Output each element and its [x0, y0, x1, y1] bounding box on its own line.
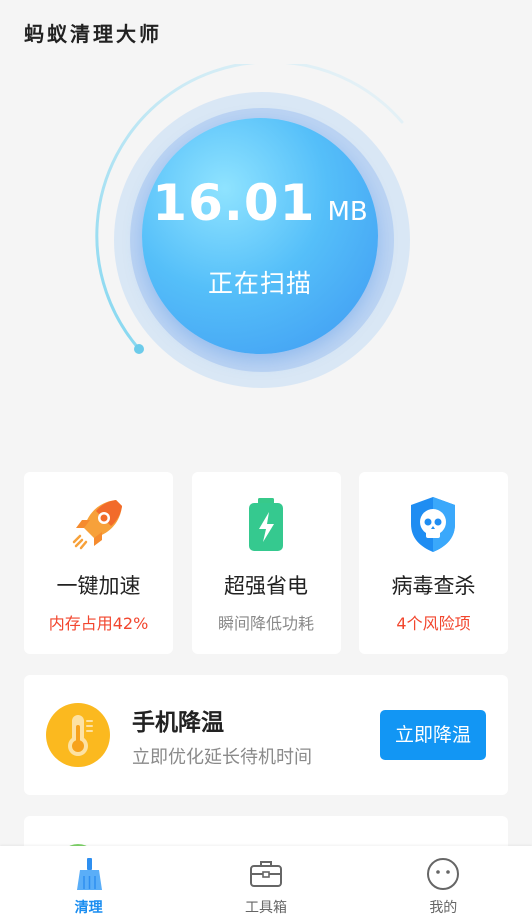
nav-label: 我的 — [429, 900, 458, 916]
broom-icon — [76, 858, 102, 890]
cooling-title: 手机降温 — [132, 710, 224, 736]
feature-card-power-saving[interactable]: 超强省电 瞬间降低功耗 — [191, 472, 341, 654]
nav-item-profile[interactable]: 我的 — [355, 846, 532, 922]
feature-subtitle: 瞬间降低功耗 — [217, 614, 314, 633]
scan-size-value: 16.01 — [152, 174, 316, 232]
cool-down-button[interactable]: 立即降温 — [380, 710, 486, 760]
scan-size: 16.01 MB — [142, 174, 378, 232]
feature-subtitle: 4个风险项 — [396, 614, 471, 633]
skull-shield-icon — [411, 497, 455, 552]
bottom-nav: 清理 工具箱 我的 — [0, 846, 532, 922]
battery-icon — [248, 498, 283, 551]
profile-face-icon — [427, 858, 460, 890]
nav-label: 清理 — [74, 900, 103, 916]
phone-cooling-card[interactable]: 手机降温 立即优化延长待机时间 立即降温 — [24, 675, 508, 795]
scan-status: 正在扫描 — [207, 269, 312, 298]
nav-item-toolbox[interactable]: 工具箱 — [177, 846, 354, 922]
scan-progress-circle: 16.01 MB 正在扫描 — [90, 64, 430, 404]
feature-subtitle: 内存占用42% — [48, 614, 149, 633]
toolbox-icon — [249, 861, 282, 887]
scan-core — [142, 118, 378, 354]
cooling-subtitle: 立即优化延长待机时间 — [132, 747, 312, 768]
nav-item-clean[interactable]: 清理 — [0, 846, 177, 922]
feature-title: 一键加速 — [56, 574, 141, 598]
app-title: 蚂蚁清理大师 — [24, 22, 162, 46]
feature-title: 超强省电 — [224, 574, 308, 598]
thermometer-icon — [46, 703, 110, 767]
feature-grid: 一键加速 内存占用42% 超强省电 瞬间降低功耗 病毒查杀 4个风险项 — [24, 472, 508, 654]
feature-card-speedup[interactable]: 一键加速 内存占用42% — [24, 472, 173, 654]
feature-card-antivirus[interactable]: 病毒查杀 4个风险项 — [359, 472, 508, 654]
scan-size-unit: MB — [327, 197, 368, 227]
nav-label: 工具箱 — [244, 900, 287, 916]
rocket-icon — [72, 500, 122, 550]
feature-title: 病毒查杀 — [391, 574, 476, 598]
